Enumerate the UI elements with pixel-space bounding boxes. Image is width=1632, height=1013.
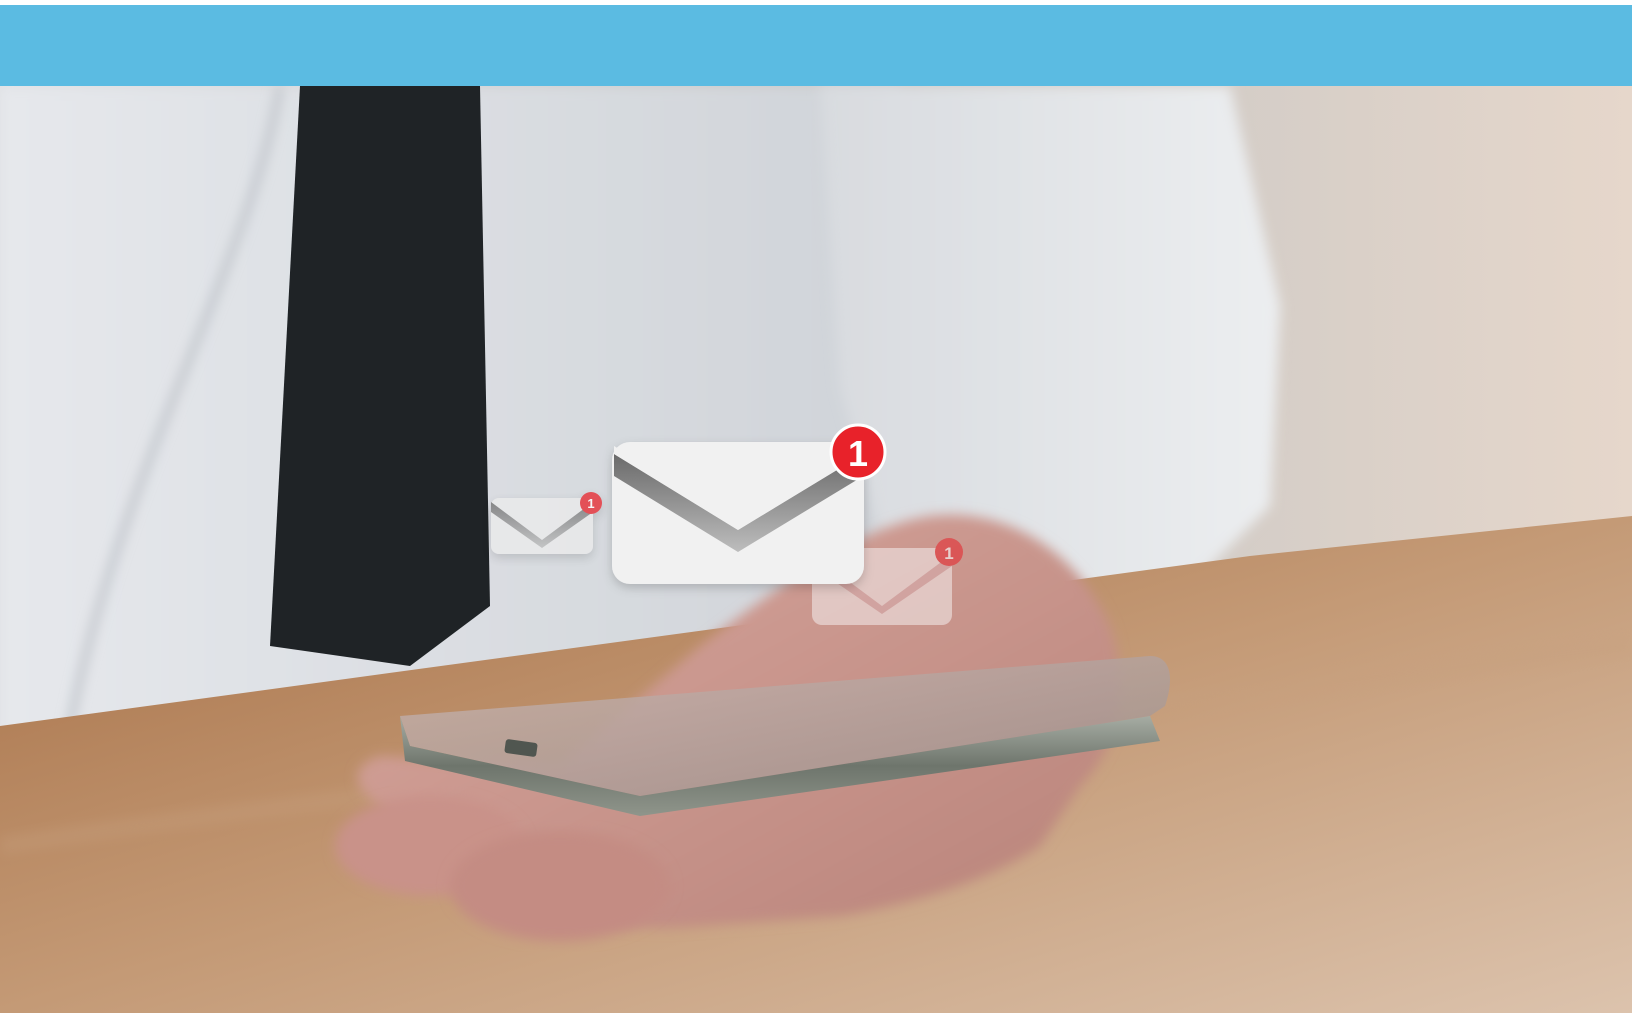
photo-illustration: 1 1 1 — [0, 86, 1632, 1013]
envelope-main — [612, 442, 864, 584]
badge-right-count: 1 — [944, 544, 953, 563]
mail-envelope-icon — [612, 442, 864, 584]
badge-left-count: 1 — [587, 496, 594, 511]
top-banner — [0, 5, 1632, 86]
badge-main-count: 1 — [848, 433, 868, 474]
envelope-left: 1 — [491, 492, 602, 554]
necktie — [270, 86, 490, 666]
hero-photo: 1 1 1 — [0, 86, 1632, 1013]
finger-middle — [450, 831, 670, 941]
